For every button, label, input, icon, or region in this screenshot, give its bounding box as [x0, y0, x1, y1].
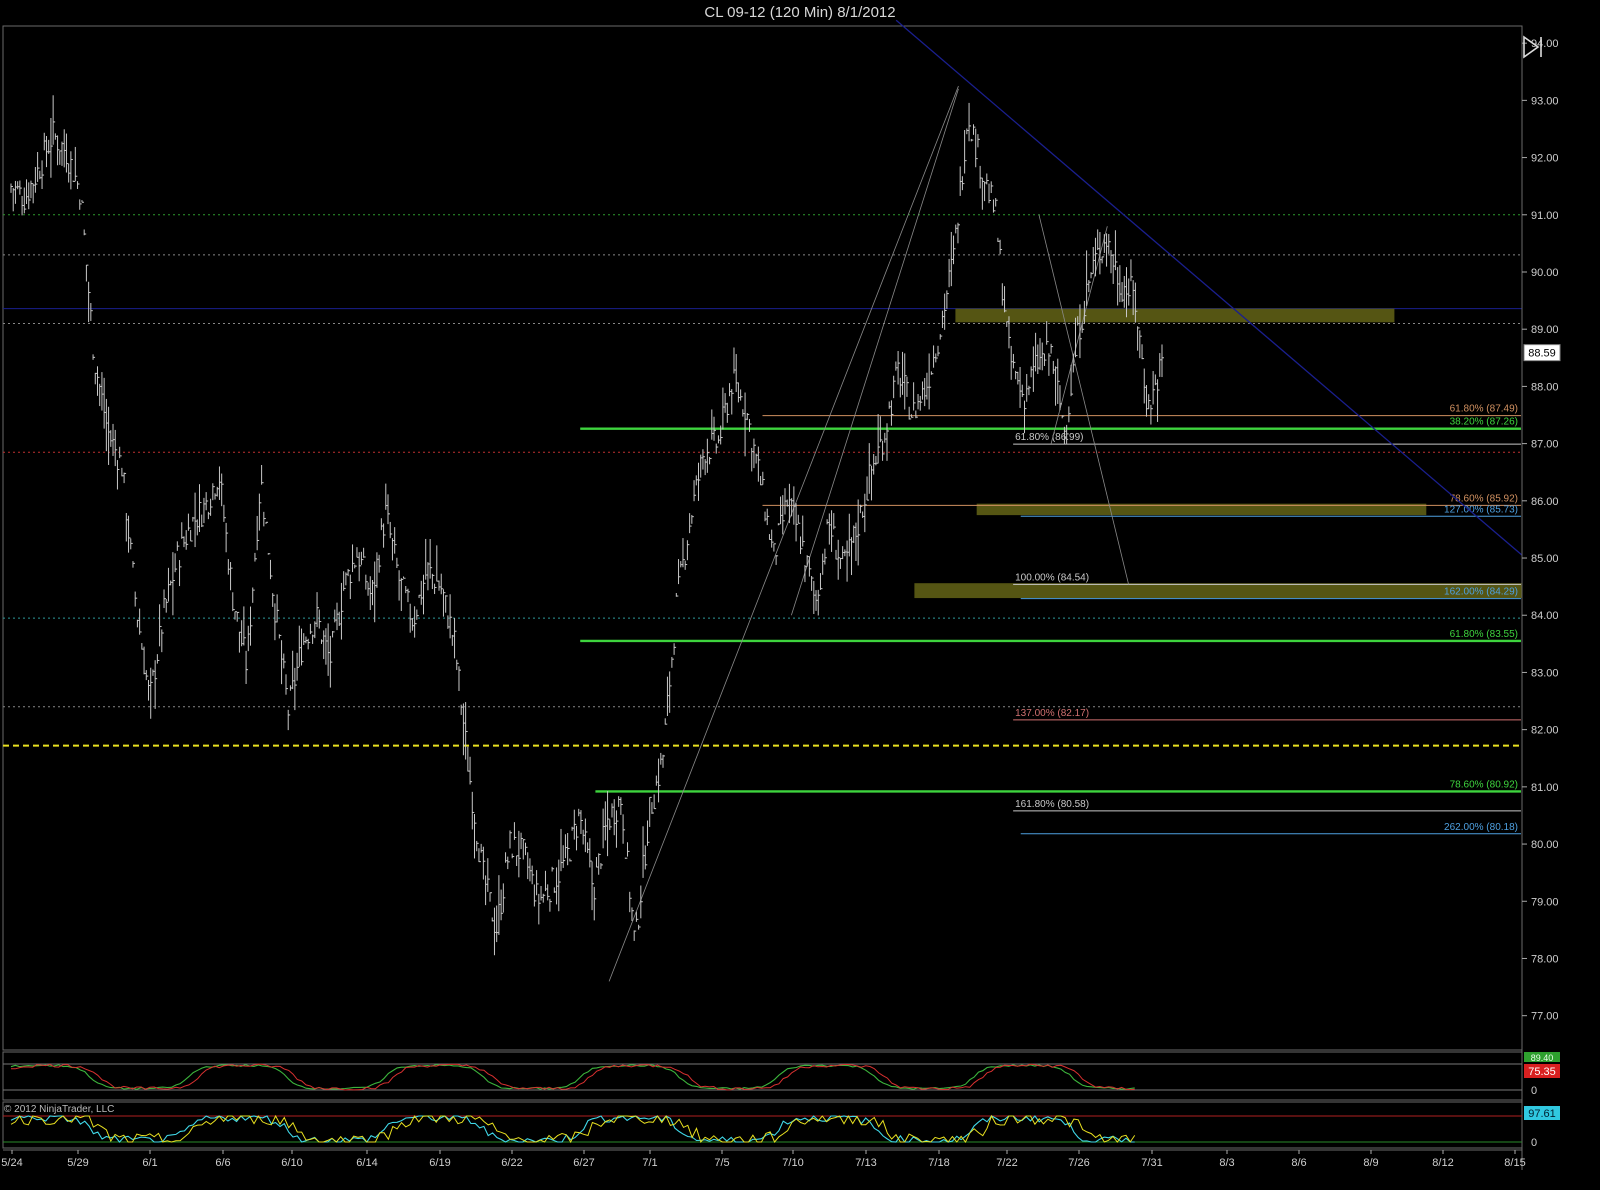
y-tick-label: 84.00 — [1531, 610, 1559, 622]
x-tick-label: 8/12 — [1432, 1157, 1453, 1169]
x-tick-label: 7/31 — [1141, 1157, 1162, 1169]
y-tick-label: 88.00 — [1531, 381, 1559, 393]
fib-label: 127.00% (85.73) — [1444, 504, 1518, 515]
x-tick-label: 7/26 — [1068, 1157, 1089, 1169]
chart-canvas[interactable]: 61.80% (87.49) 38.20% (87.26) 61.80% (86.9… — [0, 0, 1600, 1190]
play-pause-icon[interactable] — [1520, 34, 1546, 60]
x-tick-label: 8/3 — [1219, 1157, 1234, 1169]
indicator-panel-1 — [2, 1051, 1523, 1101]
x-tick-label: 7/18 — [928, 1157, 949, 1169]
y-tick-label: 85.00 — [1531, 553, 1559, 565]
x-tick-label: 7/13 — [855, 1157, 876, 1169]
x-tick-label: 7/10 — [782, 1157, 803, 1169]
indicator-fast-line — [10, 1114, 1136, 1144]
y-tick-label: 92.00 — [1531, 153, 1559, 165]
price-panel: 61.80% (87.49) 38.20% (87.26) 61.80% (86.9… — [2, 19, 1523, 1051]
trendline — [608, 85, 959, 982]
trendline — [895, 19, 1523, 556]
fib-zone — [955, 308, 1395, 323]
copyright-notice: © 2012 NinjaTrader, LLC — [4, 1104, 115, 1115]
y-tick-label: 79.00 — [1531, 896, 1559, 908]
last-price-badge: 88.59 — [1528, 348, 1556, 360]
fib-zone — [914, 583, 1522, 599]
x-tick-label: 8/6 — [1291, 1157, 1306, 1169]
x-tick-label: 6/19 — [429, 1157, 450, 1169]
indicator-panel-2 — [2, 1101, 1523, 1149]
y-tick-label: 82.00 — [1531, 725, 1559, 737]
fib-label: 61.80% (83.55) — [1450, 629, 1518, 640]
x-tick-label: 7/22 — [996, 1157, 1017, 1169]
fib-label: 61.80% (86.99) — [1015, 432, 1083, 443]
x-tick-label: 5/29 — [67, 1157, 88, 1169]
y-tick-label: 81.00 — [1531, 782, 1559, 794]
fib-label: 161.80% (80.58) — [1015, 799, 1089, 810]
indicator-badge: 75.35 — [1528, 1066, 1556, 1078]
indicator-slow-line — [10, 1064, 1135, 1090]
y-tick-label: 83.00 — [1531, 667, 1559, 679]
trendline — [1050, 226, 1108, 444]
fib-label: 61.80% (87.49) — [1450, 404, 1518, 415]
indicator-badge-top: 89.40 — [1531, 1053, 1554, 1063]
indicator-level-label: 0 — [1531, 1085, 1537, 1097]
indicator-fast-line — [11, 1063, 1135, 1091]
price-axis: 94.0093.0092.0091.0090.0089.0088.0087.00… — [1521, 26, 1561, 1170]
x-tick-label: 7/5 — [714, 1157, 729, 1169]
fib-label: 38.20% (87.26) — [1450, 417, 1518, 428]
price-bars — [10, 95, 1164, 956]
fib-label: 100.00% (84.54) — [1015, 572, 1089, 583]
time-axis: 5/24 5/29 6/1 6/6 6/10 6/14 6/19 6/22 6/27 7/1 7/5… — [1, 1149, 1526, 1169]
price-panel-frame — [2, 25, 1523, 1051]
y-tick-label: 93.00 — [1531, 95, 1559, 107]
y-tick-label: 90.00 — [1531, 267, 1559, 279]
y-tick-label: 91.00 — [1531, 210, 1559, 222]
fib-label: 262.00% (80.18) — [1444, 822, 1518, 833]
x-tick-label: 5/24 — [1, 1157, 22, 1169]
x-tick-label: 8/9 — [1363, 1157, 1378, 1169]
y-tick-label: 77.00 — [1531, 1011, 1559, 1023]
x-tick-label: 8/15 — [1504, 1157, 1525, 1169]
x-tick-label: 6/22 — [501, 1157, 522, 1169]
x-tick-label: 6/6 — [215, 1157, 230, 1169]
x-tick-label: 6/27 — [573, 1157, 594, 1169]
x-tick-label: 7/1 — [642, 1157, 657, 1169]
y-tick-label: 87.00 — [1531, 439, 1559, 451]
y-tick-label: 89.00 — [1531, 324, 1559, 336]
x-tick-label: 6/1 — [142, 1157, 157, 1169]
indicator-frame — [2, 1051, 1523, 1101]
fib-label: 137.00% (82.17) — [1015, 708, 1089, 719]
indicator-badge: 97.61 — [1528, 1108, 1556, 1120]
fib-label: 78.60% (80.92) — [1450, 779, 1518, 790]
x-tick-label: 6/10 — [281, 1157, 302, 1169]
indicator-level-label: 0 — [1531, 1137, 1537, 1149]
y-tick-label: 86.00 — [1531, 496, 1559, 508]
y-tick-label: 78.00 — [1531, 953, 1559, 965]
trendline — [1038, 214, 1129, 585]
y-tick-label: 80.00 — [1531, 839, 1559, 851]
x-tick-label: 6/14 — [356, 1157, 377, 1169]
fib-label: 162.00% (84.29) — [1444, 587, 1518, 598]
